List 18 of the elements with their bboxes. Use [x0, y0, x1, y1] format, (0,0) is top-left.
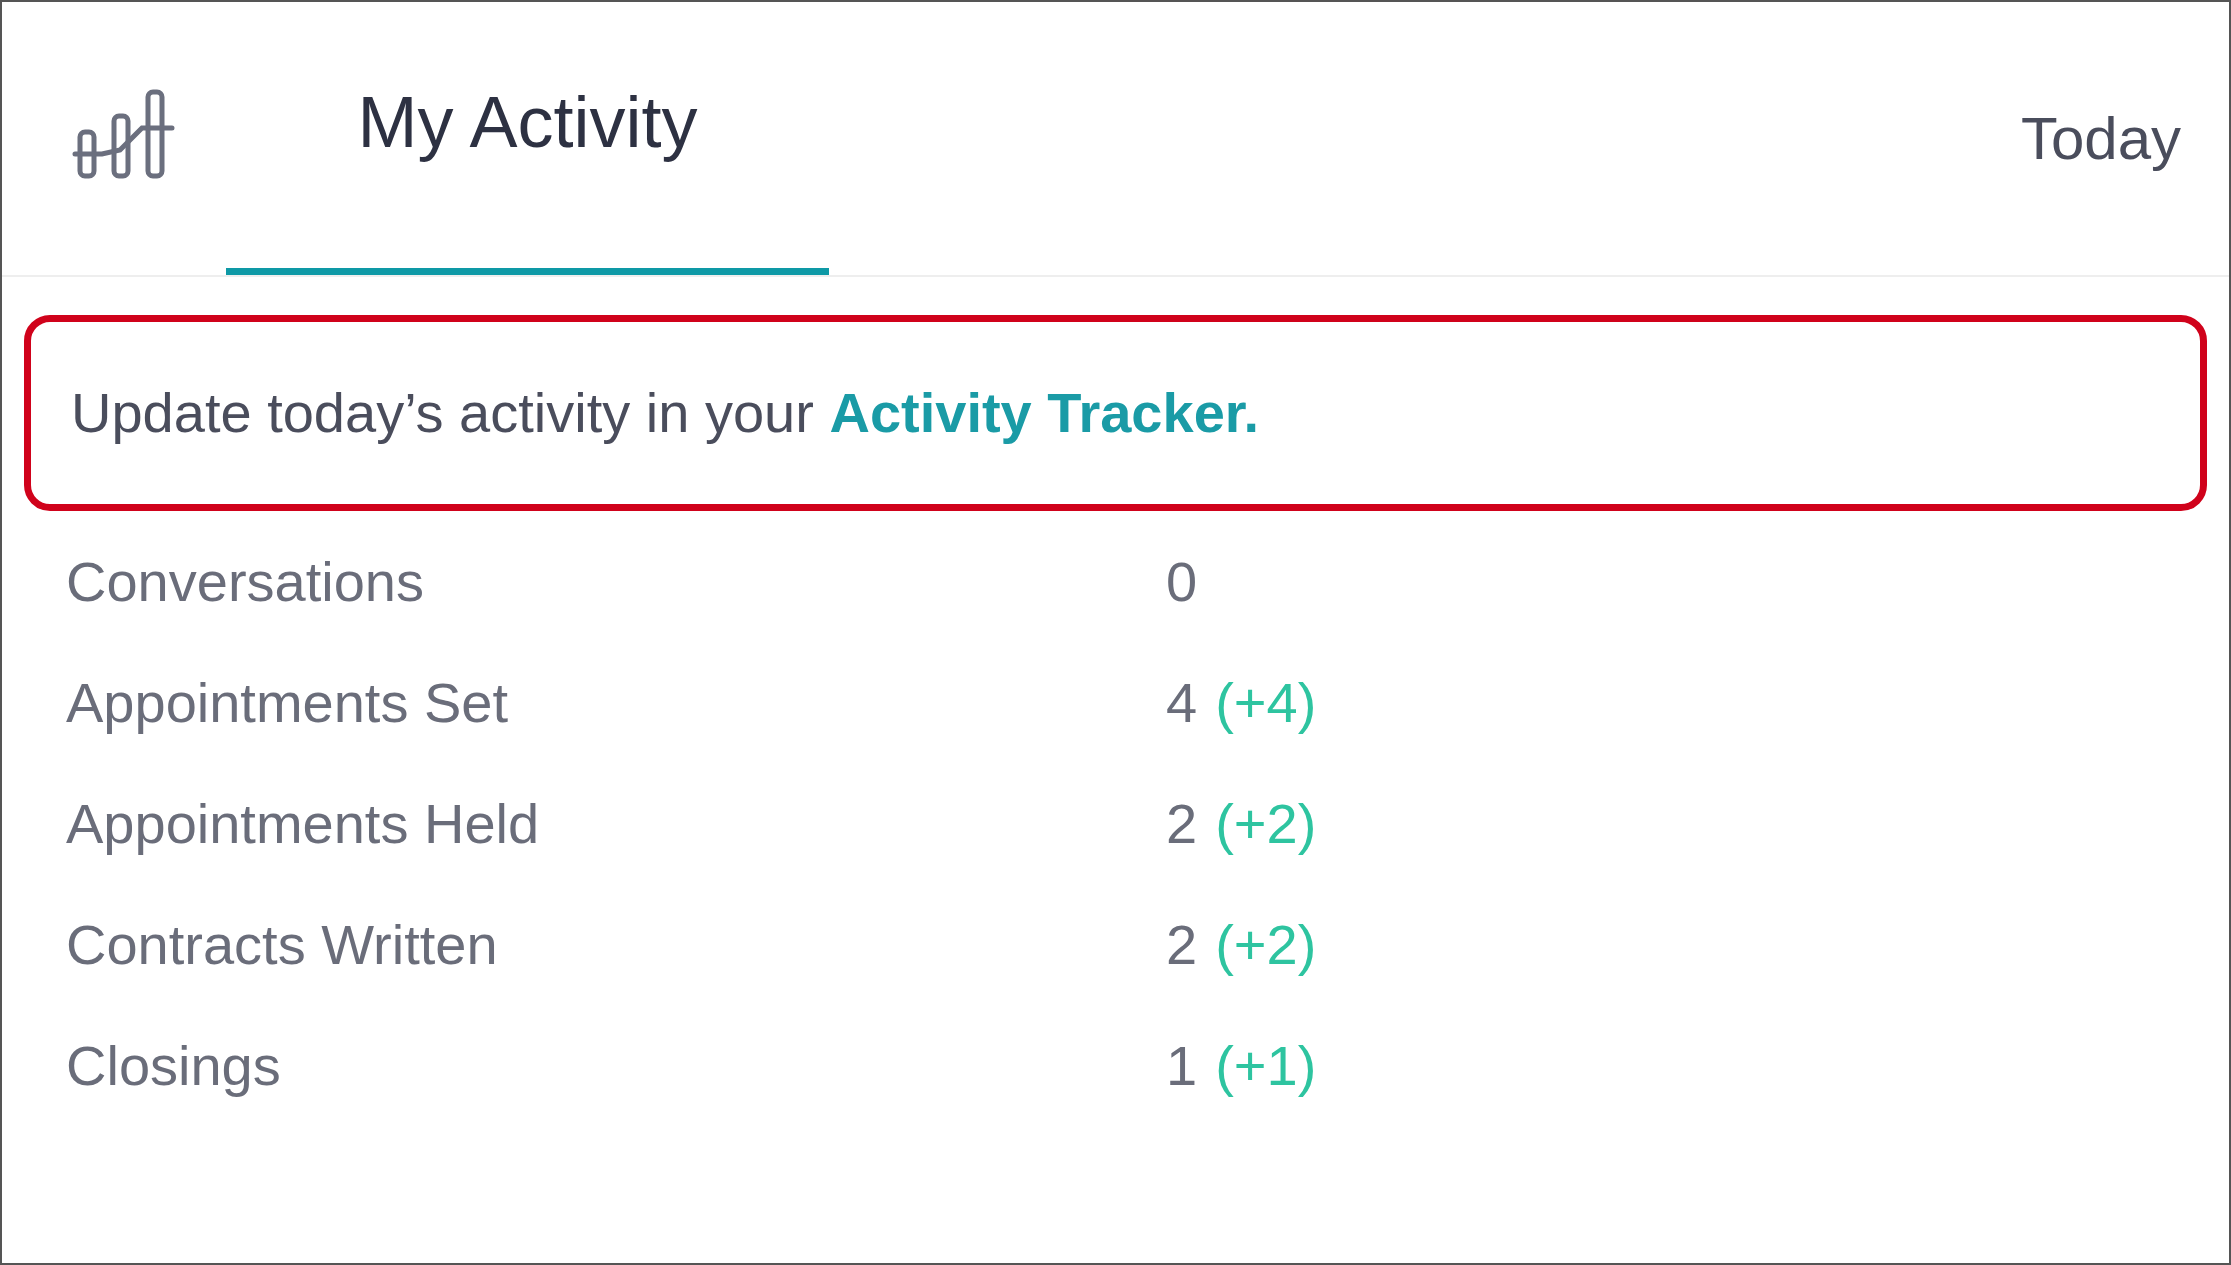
metric-label: Conversations [66, 548, 425, 615]
metric-change: (+1) [1215, 1032, 1317, 1099]
metric-change: (+2) [1215, 790, 1317, 857]
period-label: Today [2020, 104, 2181, 174]
metric-value: 2 [1166, 790, 1198, 857]
my-activity-tab[interactable]: My Activity [226, 5, 829, 275]
metric-change: (+2) [1215, 911, 1317, 978]
metric-value: 1 [1166, 1032, 1198, 1099]
metric-value: 2 [1166, 911, 1198, 978]
metric-value: 0 [1166, 548, 1198, 615]
metric-change: (+4) [1215, 669, 1317, 736]
update-message: Update today’s activity in your Activity Tracker. [71, 380, 1260, 446]
metric-label: Appointments Held [66, 790, 541, 857]
metric-label: Contracts Written [66, 911, 499, 978]
chart-icon [72, 88, 176, 180]
metric-label: Appointments Set [66, 669, 510, 736]
metric-value: 4 [1166, 669, 1198, 736]
metric-label: Closings [66, 1032, 282, 1099]
